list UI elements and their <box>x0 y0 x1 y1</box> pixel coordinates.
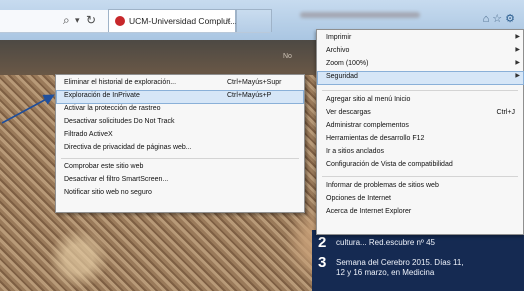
annotation-arrow-icon <box>1 94 55 124</box>
